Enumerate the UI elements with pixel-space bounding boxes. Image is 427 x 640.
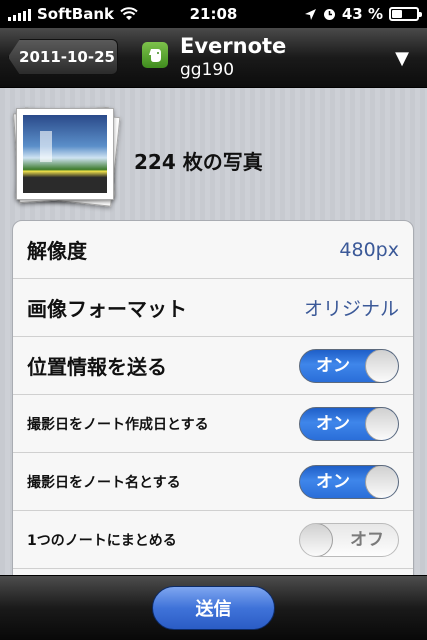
evernote-elephant-icon xyxy=(142,42,168,68)
toggle-knob xyxy=(365,349,398,382)
single-note-row: 1つのノートにまとめる オフ xyxy=(13,511,413,569)
shoot-date-name-row: 撮影日をノート名とする オン xyxy=(13,453,413,511)
resolution-value: 480px xyxy=(339,238,399,261)
battery-icon xyxy=(389,7,422,21)
photo-summary: 224 枚の写真 xyxy=(12,106,412,207)
shoot-date-name-label: 撮影日をノート名とする xyxy=(27,474,181,491)
toggle-knob xyxy=(365,465,398,498)
photo-count: 224 枚の写真 xyxy=(134,150,263,174)
nav-title: Evernote xyxy=(180,34,287,58)
battery-fill xyxy=(392,10,403,18)
single-note-label: 1つのノートにまとめる xyxy=(27,532,177,549)
shoot-date-created-toggle-text: オン xyxy=(316,413,350,434)
status-right: 43 % xyxy=(304,5,422,23)
signal-strength-icon xyxy=(8,7,31,21)
triangle-down-icon[interactable]: ▼ xyxy=(395,48,409,69)
back-button[interactable]: 2011-10-25 xyxy=(8,39,118,75)
status-bar: SoftBank 21:08 43 % xyxy=(0,0,427,28)
resolution-row[interactable]: 解像度 480px xyxy=(13,221,413,279)
toggle-knob xyxy=(365,407,398,440)
toggle-knob xyxy=(300,523,333,556)
photo-thumbnail-image xyxy=(23,115,107,193)
location-toggle-text: オン xyxy=(316,355,350,376)
location-toggle[interactable]: オン xyxy=(299,348,399,383)
photo-stack-thumbnail xyxy=(12,106,121,207)
location-row: 位置情報を送る オン xyxy=(13,337,413,395)
format-value: オリジナル xyxy=(303,298,399,320)
photo-front xyxy=(16,108,114,200)
single-note-toggle-text: オフ xyxy=(350,529,384,550)
bottom-toolbar: 送信 xyxy=(0,575,427,640)
format-row[interactable]: 画像フォーマット オリジナル xyxy=(13,279,413,337)
settings-group: 解像度 480px 画像フォーマット オリジナル 位置情報を送る オン 撮影日を… xyxy=(12,220,414,575)
content-area: 224 枚の写真 解像度 480px 画像フォーマット オリジナル 位置情報を送… xyxy=(0,88,427,575)
wifi-icon xyxy=(120,7,138,20)
send-button[interactable]: 送信 xyxy=(152,586,275,630)
alarm-clock-icon xyxy=(323,8,335,20)
format-label: 画像フォーマット xyxy=(27,297,187,321)
resolution-label: 解像度 xyxy=(27,239,87,263)
navigation-bar: 2011-10-25 Evernote gg190 ▼ xyxy=(0,28,427,88)
battery-percent: 43 % xyxy=(341,5,383,23)
status-left: SoftBank xyxy=(8,5,138,23)
location-label: 位置情報を送る xyxy=(27,355,167,379)
shoot-date-created-label: 撮影日をノート作成日とする xyxy=(27,416,209,433)
shoot-date-name-toggle[interactable]: オン xyxy=(299,464,399,499)
nav-subtitle: gg190 xyxy=(180,60,235,80)
single-note-toggle[interactable]: オフ xyxy=(299,522,399,557)
carrier-name: SoftBank xyxy=(37,5,115,23)
shoot-date-created-row: 撮影日をノート作成日とする オン xyxy=(13,395,413,453)
shoot-date-created-toggle[interactable]: オン xyxy=(299,406,399,441)
shoot-date-name-toggle-text: オン xyxy=(316,471,350,492)
location-arrow-icon xyxy=(304,8,316,20)
